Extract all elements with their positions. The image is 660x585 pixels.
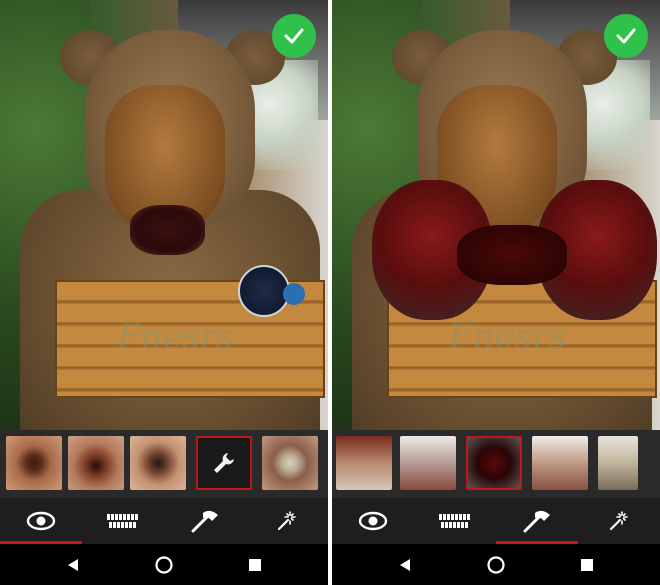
- recents-icon: [249, 559, 261, 571]
- magic-wand-icon: [609, 511, 628, 531]
- tab-weapons[interactable]: [164, 498, 246, 544]
- back-icon: [400, 559, 410, 571]
- confirm-button[interactable]: [272, 14, 316, 58]
- category-tabs: [332, 498, 660, 544]
- axe-icon: [191, 510, 218, 533]
- teeth-icon: [439, 514, 470, 528]
- effect-strip[interactable]: [0, 430, 328, 498]
- nav-home-button[interactable]: [485, 554, 507, 576]
- eye-icon: [26, 511, 56, 531]
- home-icon: [487, 556, 505, 574]
- nav-back-button[interactable]: [62, 554, 84, 576]
- tab-eyes[interactable]: [0, 498, 82, 544]
- effect-thumb-bloody-hands[interactable]: [466, 436, 522, 490]
- phone-screen-right: Fnesrs: [332, 0, 660, 585]
- back-icon: [68, 559, 78, 571]
- sign-text: Fnesrs: [117, 317, 234, 357]
- android-nav-bar: [0, 544, 328, 585]
- tab-eyes[interactable]: [332, 498, 414, 544]
- teeth-icon: [107, 514, 138, 528]
- android-nav-bar: [332, 544, 660, 585]
- wrench-icon: [214, 453, 234, 473]
- nav-recents-button[interactable]: [244, 554, 266, 576]
- check-icon: [284, 28, 304, 44]
- badge-pin-small: [283, 283, 305, 305]
- nav-recents-button[interactable]: [576, 554, 598, 576]
- effect-thumb-wrench-tool[interactable]: [196, 436, 252, 490]
- effect-strip[interactable]: [332, 430, 660, 498]
- tab-weapons[interactable]: [496, 498, 578, 544]
- magic-wand-icon: [277, 511, 296, 531]
- camera-preview: Fnesrs: [0, 0, 328, 430]
- tab-teeth[interactable]: [82, 498, 164, 544]
- effect-thumb-zombie-eye-1[interactable]: [6, 436, 62, 490]
- tab-effects[interactable]: [246, 498, 328, 544]
- effect-thumb-zombie-face[interactable]: [598, 436, 638, 490]
- recents-icon: [581, 559, 593, 571]
- home-icon: [155, 556, 173, 574]
- category-tabs: [0, 498, 328, 544]
- zombie-mouth: [130, 205, 205, 255]
- axe-icon: [523, 510, 550, 533]
- tab-teeth[interactable]: [414, 498, 496, 544]
- bloody-hands-overlay: [372, 180, 657, 330]
- camera-preview: Fnesrs: [332, 0, 660, 430]
- effect-thumb-zombie-eye-4[interactable]: [262, 436, 318, 490]
- phone-screen-left: Fnesrs: [0, 0, 328, 585]
- tab-effects[interactable]: [578, 498, 660, 544]
- nav-back-button[interactable]: [394, 554, 416, 576]
- effect-thumb-zombie-eye-3[interactable]: [130, 436, 186, 490]
- bloody-meat: [457, 225, 567, 285]
- confirm-button[interactable]: [604, 14, 648, 58]
- nav-home-button[interactable]: [153, 554, 175, 576]
- eye-icon: [358, 511, 388, 531]
- effect-thumb-zombie-face-blade[interactable]: [400, 436, 456, 490]
- effect-thumb-zombie-eye-blade[interactable]: [532, 436, 588, 490]
- effect-thumb-zombie-eye-2[interactable]: [68, 436, 124, 490]
- effect-thumb-zombie-head-knife[interactable]: [336, 436, 392, 490]
- check-icon: [616, 28, 636, 44]
